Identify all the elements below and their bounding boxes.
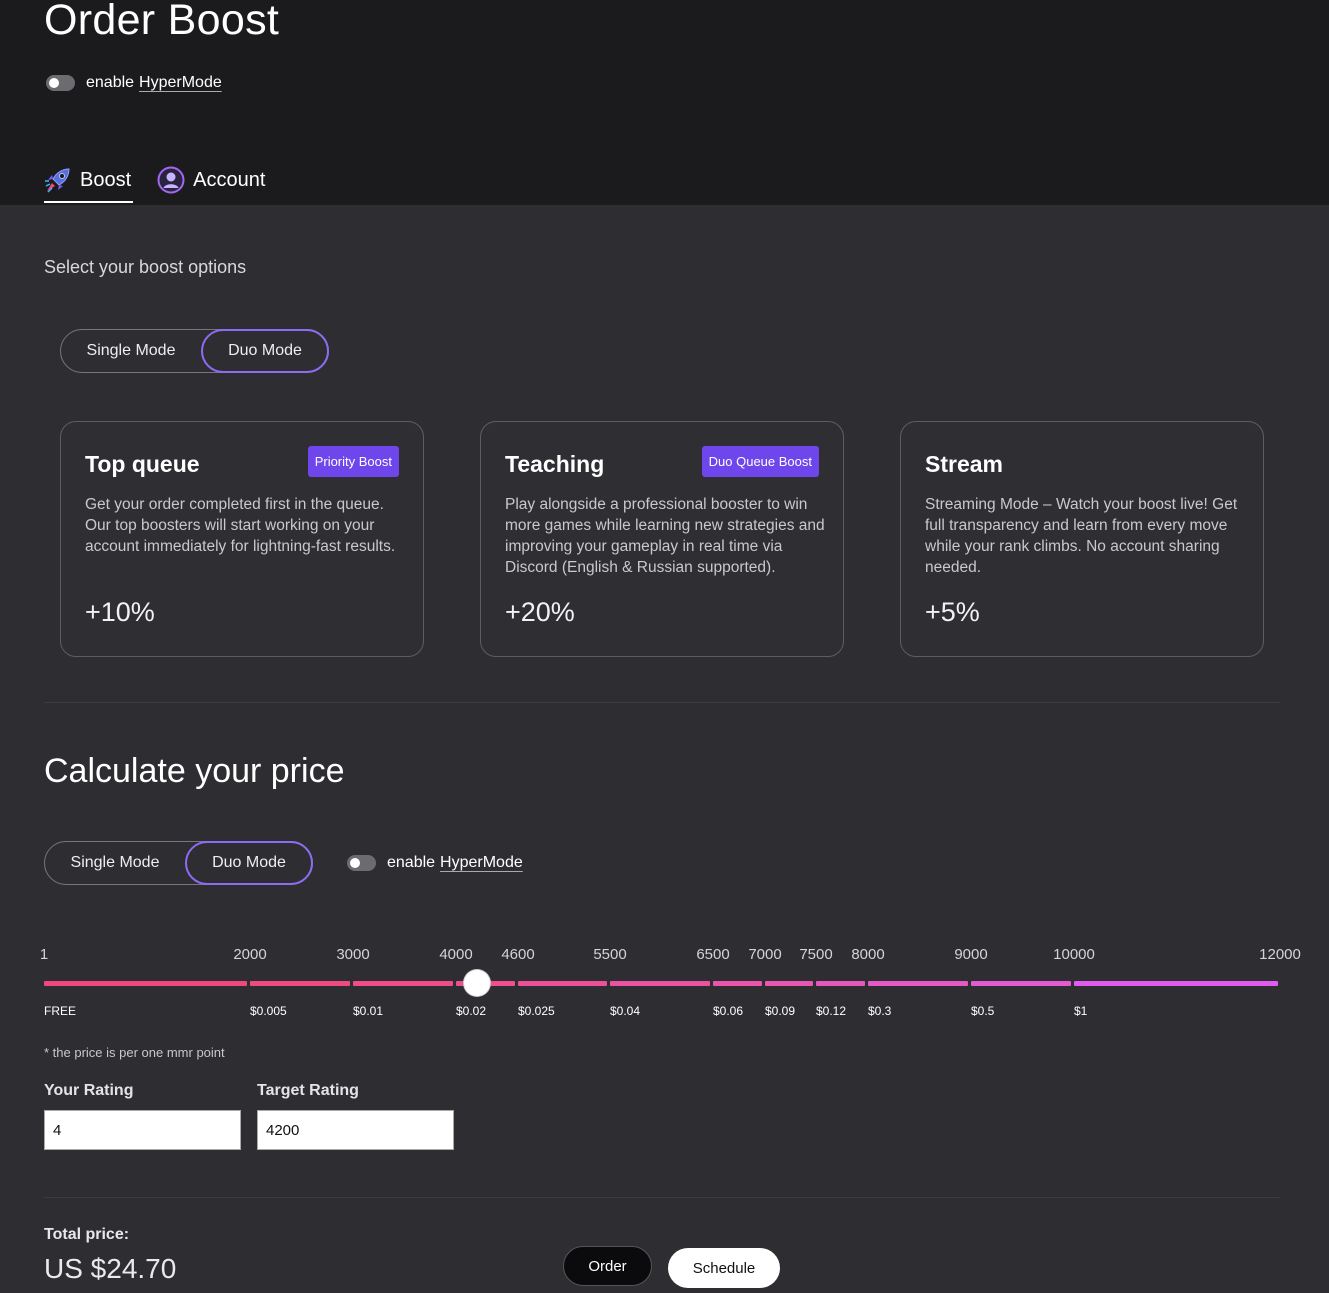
hypermode-toggle[interactable] xyxy=(46,75,75,91)
price-label: $0.04 xyxy=(610,1004,641,1018)
card-percent: +5% xyxy=(925,597,980,627)
price-label: $0.025 xyxy=(518,1004,555,1018)
tick-label: 4000 xyxy=(439,946,473,963)
total-price-value: US $24.70 xyxy=(44,1253,177,1284)
order-button[interactable]: Order xyxy=(563,1246,652,1286)
header: Order Boost enable HyperMode Boost Accou… xyxy=(0,0,1329,205)
price-label: $0.12 xyxy=(816,1004,847,1018)
calculator-mode-toggle: Single Mode Duo Mode xyxy=(44,841,313,885)
card-badge: Duo Queue Boost xyxy=(701,446,819,477)
price-label: $1 xyxy=(1074,1004,1088,1018)
tick-label: 7500 xyxy=(799,946,833,963)
rocket-icon xyxy=(44,166,72,194)
price-label: $0.06 xyxy=(713,1004,744,1018)
price-segment xyxy=(353,981,453,986)
hypermode-toggle[interactable] xyxy=(347,855,376,871)
tab-account-label: Account xyxy=(193,168,266,191)
tick-label: 9000 xyxy=(954,946,988,963)
card-description: Play alongside a professional booster to… xyxy=(505,496,825,576)
hypermode-prefix: enable xyxy=(387,854,436,871)
price-segment xyxy=(971,981,1071,986)
tab-boost-label: Boost xyxy=(80,168,132,191)
tab-bar: Boost Account xyxy=(44,162,267,205)
hypermode-link[interactable]: HyperMode xyxy=(139,74,222,92)
price-segment xyxy=(765,981,813,986)
tick-label: 2000 xyxy=(233,946,267,963)
price-segment xyxy=(44,981,247,986)
tab-account[interactable]: Account xyxy=(157,162,267,198)
tick-label: 3000 xyxy=(336,946,370,963)
price-label: $0.01 xyxy=(353,1004,384,1018)
mmr-price-slider[interactable]: 1 2000 3000 4000 4600 5500 6500 7000 750… xyxy=(0,940,1329,1050)
schedule-button[interactable]: Schedule xyxy=(668,1248,780,1288)
slider-thumb[interactable] xyxy=(464,970,490,996)
tick-label: 5500 xyxy=(593,946,627,963)
target-rating-label: Target Rating xyxy=(257,1082,359,1099)
single-mode-button[interactable]: Single Mode xyxy=(45,842,185,884)
card-percent: +20% xyxy=(505,597,575,627)
calculator-hypermode-row: enable HyperMode xyxy=(347,854,523,872)
card-title: Teaching xyxy=(505,451,605,477)
price-label: $0.005 xyxy=(250,1004,287,1018)
price-segment xyxy=(1074,981,1278,986)
your-rating-label: Your Rating xyxy=(44,1082,134,1099)
price-segment xyxy=(250,981,350,986)
card-title: Stream xyxy=(925,451,1003,477)
price-segment xyxy=(518,981,607,986)
tick-label: 1 xyxy=(39,946,49,963)
user-circle-icon xyxy=(157,166,185,194)
total-price-label: Total price: xyxy=(44,1226,130,1243)
price-label: $0.09 xyxy=(765,1004,796,1018)
single-mode-button[interactable]: Single Mode xyxy=(61,330,201,372)
tick-label: 4600 xyxy=(501,946,535,963)
boost-mode-toggle: Single Mode Duo Mode xyxy=(60,329,329,373)
your-rating-input[interactable] xyxy=(44,1110,241,1150)
price-label: $0.02 xyxy=(456,1004,487,1018)
card-description: Get your order completed first in the qu… xyxy=(85,496,396,555)
tab-boost[interactable]: Boost xyxy=(44,162,134,203)
duo-mode-button[interactable]: Duo Mode xyxy=(185,841,313,885)
duo-mode-button[interactable]: Duo Mode xyxy=(201,329,329,373)
section-divider xyxy=(44,702,1280,703)
option-card-teaching[interactable]: Teaching Duo Queue Boost Play alongside … xyxy=(480,421,844,657)
tick-label: 12000 xyxy=(1259,946,1301,963)
hypermode-prefix: enable xyxy=(86,74,135,91)
price-segment xyxy=(868,981,968,986)
tick-label: 7000 xyxy=(748,946,782,963)
card-badge: Priority Boost xyxy=(307,446,399,477)
price-label: $0.5 xyxy=(971,1004,995,1018)
price-label: $0.3 xyxy=(868,1004,892,1018)
section-divider xyxy=(44,1197,1280,1198)
price-segment xyxy=(713,981,762,986)
hypermode-toggle-row: enable HyperMode xyxy=(46,74,222,92)
option-card-stream[interactable]: Stream Streaming Mode – Watch your boost… xyxy=(900,421,1264,657)
tick-label: 8000 xyxy=(851,946,885,963)
tick-label: 6500 xyxy=(696,946,730,963)
target-rating-input[interactable] xyxy=(257,1110,454,1150)
card-percent: +10% xyxy=(85,597,155,627)
tick-label: 10000 xyxy=(1053,946,1095,963)
price-label: FREE xyxy=(44,1004,77,1018)
option-card-top-queue[interactable]: Top queue Priority Boost Get your order … xyxy=(60,421,424,657)
card-description: Streaming Mode – Watch your boost live! … xyxy=(925,496,1238,576)
calculator-title: Calculate your price xyxy=(44,752,345,790)
card-title: Top queue xyxy=(85,451,200,477)
boost-options-subtitle: Select your boost options xyxy=(44,257,247,277)
page-title: Order Boost xyxy=(44,0,280,44)
price-note: * the price is per one mmr point xyxy=(44,1045,225,1060)
price-segment xyxy=(816,981,865,986)
price-segment xyxy=(610,981,710,986)
hypermode-link[interactable]: HyperMode xyxy=(440,854,523,872)
